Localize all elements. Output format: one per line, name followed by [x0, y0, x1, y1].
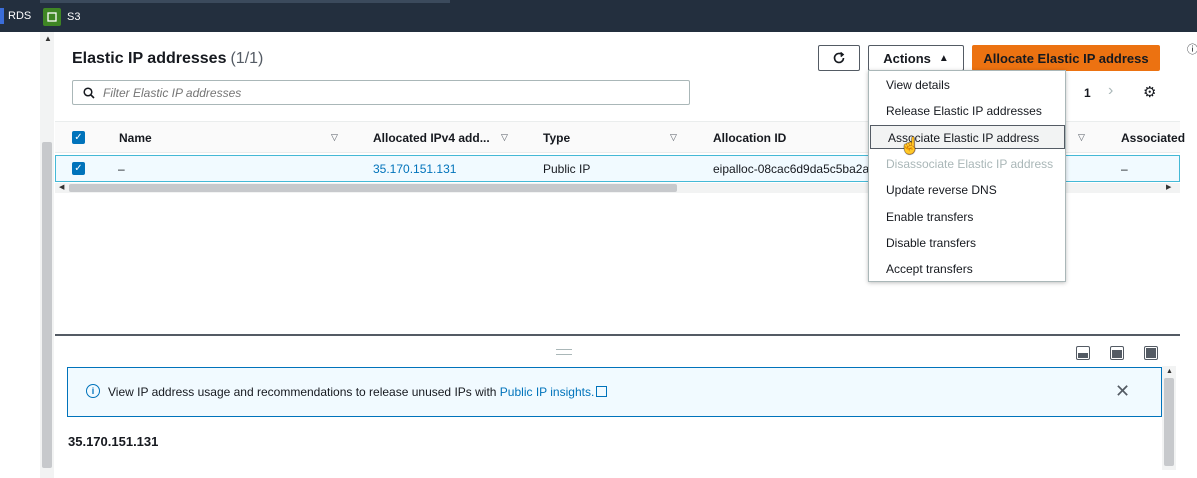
top-navigation-bar: RDS S3	[0, 0, 1197, 32]
left-gutter	[0, 32, 40, 478]
column-header-name[interactable]: Name	[119, 131, 152, 145]
current-page[interactable]: 1	[1084, 86, 1091, 100]
refresh-button[interactable]	[818, 45, 860, 71]
info-circle-icon[interactable]: ⓘ	[1187, 41, 1197, 57]
column-header-ipv4[interactable]: Allocated IPv4 add...	[373, 131, 490, 145]
service-label: RDS	[8, 10, 32, 22]
public-ip-insights-link[interactable]: Public IP insights.	[500, 385, 595, 399]
close-icon[interactable]: ✕	[1115, 381, 1130, 402]
select-all-checkbox[interactable]: ✓	[72, 131, 85, 144]
menu-item-disable-transfers[interactable]: Disable transfers	[869, 231, 1065, 255]
cell-ip-link[interactable]: 35.170.151.131	[373, 162, 456, 176]
s3-icon	[43, 8, 61, 26]
search-icon	[83, 86, 95, 99]
sort-icon[interactable]: ▽	[670, 132, 677, 143]
column-header-allocation-id[interactable]: Allocation ID	[713, 131, 786, 145]
sort-icon[interactable]: ▽	[501, 132, 508, 143]
allocate-label: Allocate Elastic IP address	[983, 50, 1149, 66]
cell-name: –	[118, 162, 125, 176]
allocate-elastic-ip-button[interactable]: Allocate Elastic IP address	[972, 45, 1160, 71]
info-banner: i View IP address usage and recommendati…	[67, 367, 1162, 417]
scroll-up-icon[interactable]: ▲	[1166, 368, 1173, 375]
chevron-right-icon[interactable]: ›	[1108, 82, 1113, 100]
service-label: S3	[67, 11, 81, 23]
info-banner-message: View IP address usage and recommendation…	[108, 385, 497, 399]
filter-search-box[interactable]	[72, 80, 690, 105]
cell-associated: –	[1121, 162, 1128, 176]
detail-title: 35.170.151.131	[68, 434, 159, 449]
topbar-strip	[40, 0, 450, 3]
rds-icon	[0, 8, 4, 24]
row-checkbox[interactable]: ✓	[72, 162, 85, 175]
menu-item-disassociate: Disassociate Elastic IP address	[886, 157, 1054, 171]
split-divider[interactable]	[55, 334, 1180, 336]
item-count: (1/1)	[230, 50, 264, 67]
actions-dropdown-menu: View details Release Elastic IP addresse…	[868, 70, 1066, 282]
actions-button[interactable]: Actions ▲	[868, 45, 964, 71]
split-side-icon[interactable]	[1110, 346, 1124, 360]
scroll-right-icon[interactable]: ▶	[1166, 183, 1171, 191]
scroll-left-icon[interactable]: ◀	[59, 183, 64, 191]
scrollbar-thumb[interactable]	[42, 142, 52, 468]
scrollbar-thumb[interactable]	[1164, 378, 1174, 466]
filter-input[interactable]	[103, 85, 663, 100]
sort-icon[interactable]: ▽	[1078, 132, 1085, 143]
split-bottom-icon[interactable]	[1076, 346, 1090, 360]
page-title: Elastic IP addresses (1/1)	[72, 50, 263, 68]
actions-label: Actions	[883, 50, 931, 66]
cell-type: Public IP	[543, 162, 591, 176]
caret-up-icon: ▲	[938, 52, 949, 64]
column-header-type[interactable]: Type	[543, 131, 570, 145]
menu-item-view-details[interactable]: View details	[869, 73, 1065, 97]
menu-item-update-reverse-dns[interactable]: Update reverse DNS	[869, 178, 1065, 202]
menu-item-accept-transfers[interactable]: Accept transfers	[869, 257, 1065, 281]
page-title-text: Elastic IP addresses	[72, 50, 227, 67]
external-link-icon[interactable]	[596, 386, 608, 397]
hand-cursor-icon: ☝	[900, 138, 920, 155]
info-icon: i	[86, 384, 100, 398]
info-banner-text: View IP address usage and recommendation…	[108, 385, 608, 399]
cell-allocation-id: eipalloc-08cac6d9da5c5ba2a	[713, 162, 870, 176]
service-shortcut-rds[interactable]: RDS	[0, 8, 31, 24]
service-shortcut-s3[interactable]: S3	[43, 8, 80, 26]
split-full-icon[interactable]	[1144, 346, 1158, 360]
drag-handle-icon[interactable]	[556, 349, 572, 355]
scrollbar-thumb[interactable]	[69, 184, 677, 192]
column-header-associated[interactable]: Associated	[1121, 131, 1185, 145]
sort-icon[interactable]: ▽	[331, 132, 338, 143]
menu-item-release[interactable]: Release Elastic IP addresses	[869, 99, 1065, 123]
gear-icon[interactable]: ⚙	[1143, 83, 1156, 101]
scroll-up-icon[interactable]: ▲	[44, 34, 52, 43]
menu-item-enable-transfers[interactable]: Enable transfers	[869, 205, 1065, 229]
refresh-icon	[833, 51, 845, 64]
